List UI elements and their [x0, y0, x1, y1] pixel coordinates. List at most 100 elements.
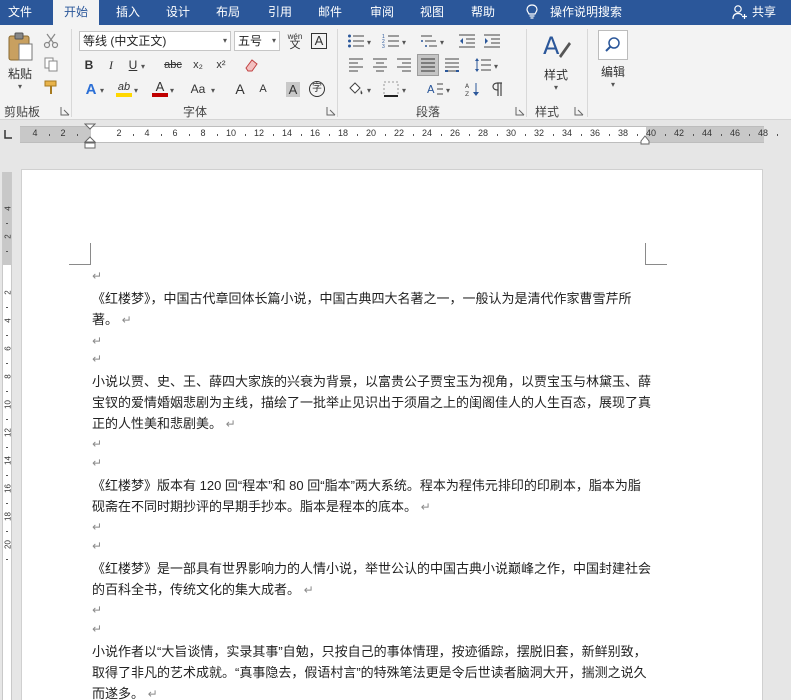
paragraph-mark: ↵ — [420, 500, 431, 514]
tab-help[interactable]: 帮助 — [463, 0, 503, 25]
ruler-number: 20 — [3, 540, 13, 549]
dialog-launcher-icon[interactable] — [326, 106, 336, 116]
cut-button[interactable] — [40, 30, 62, 52]
ruler-number: 16 — [3, 484, 13, 493]
tab-stop-selector-icon[interactable] — [2, 128, 14, 140]
ruler-number: 6 — [172, 128, 178, 138]
eraser-icon — [245, 59, 258, 72]
indent-markers-icon[interactable] — [84, 123, 96, 149]
italic-button[interactable]: I — [100, 54, 122, 76]
tab-layout[interactable]: 布局 — [208, 0, 248, 25]
show-hide-marks-button[interactable] — [486, 78, 508, 100]
chevron-down-icon: ▾ — [134, 86, 139, 95]
font-size-combo[interactable]: 五号 ▾ — [234, 31, 280, 51]
borders-button[interactable] — [380, 78, 402, 100]
numbering-button[interactable]: 123 — [380, 30, 402, 52]
paragraph-text: 《红楼梦》版本有 120 回“程本”和 80 回“脂本”两大系统。程本为程伟元排… — [92, 478, 641, 514]
font-color-text: A — [155, 79, 165, 94]
empty-paragraph: ↵ — [92, 603, 103, 617]
lightbulb-icon — [526, 4, 538, 19]
chinese-layout-button[interactable]: A — [424, 78, 446, 100]
paragraph[interactable]: 《红楼梦》版本有 120 回“程本”和 80 回“脂本”两大系统。程本为程伟元排… — [92, 475, 652, 518]
line-spacing-icon — [475, 58, 491, 72]
svg-text:A: A — [465, 83, 470, 90]
dialog-launcher-icon[interactable] — [515, 106, 525, 116]
chevron-down-icon: ▾ — [141, 62, 146, 71]
paragraph-mark: ↵ — [225, 417, 236, 431]
bullets-button[interactable] — [345, 30, 367, 52]
ruler-number: 28 — [477, 128, 488, 138]
font-size-value: 五号 — [238, 34, 263, 48]
font-name-combo[interactable]: 等线 (中文正文) ▾ — [79, 31, 231, 51]
editing-icon-frame — [598, 30, 628, 60]
pilcrow-icon — [492, 82, 502, 96]
clear-formatting-button[interactable] — [240, 54, 262, 76]
ruler-number: 16 — [309, 128, 320, 138]
ruler-tick — [749, 134, 750, 136]
tab-references[interactable]: 引用 — [260, 0, 300, 25]
styles-gallery-button[interactable]: A 样式 ▾ — [534, 30, 578, 94]
multilevel-list-button[interactable] — [418, 30, 440, 52]
line-spacing-button[interactable] — [472, 54, 494, 76]
tab-insert[interactable]: 插入 — [108, 0, 148, 25]
highlight-color-button[interactable]: ab — [113, 78, 135, 100]
align-right-button[interactable] — [393, 54, 415, 76]
tab-design[interactable]: 设计 — [158, 0, 198, 25]
shading-button[interactable] — [345, 78, 367, 100]
font-color-button[interactable]: A — [149, 78, 171, 100]
copy-button[interactable] — [40, 53, 62, 75]
format-painter-button[interactable] — [40, 76, 62, 98]
editing-button[interactable]: 编辑 ▾ — [596, 30, 630, 94]
tab-home[interactable]: 开始 — [53, 0, 99, 25]
justify-icon — [421, 58, 435, 72]
tab-view[interactable]: 视图 — [412, 0, 452, 25]
superscript-button[interactable]: x² — [210, 54, 232, 76]
paragraph[interactable]: 《红楼梦》是一部具有世界影响力的人情小说，举世公认的中国古典小说巅峰之作，中国封… — [92, 558, 652, 601]
bold-button[interactable]: B — [78, 54, 100, 76]
justify-button[interactable] — [417, 54, 439, 76]
ruler-tick — [161, 134, 162, 136]
align-center-button[interactable] — [369, 54, 391, 76]
right-indent-marker-icon[interactable] — [640, 135, 650, 145]
shrink-font-button[interactable]: A — [252, 78, 274, 100]
phonetic-guide-button[interactable]: wén 文 — [284, 30, 306, 52]
chevron-down-icon: ▾ — [402, 38, 407, 47]
paragraph[interactable]: 《红楼梦》，中国古代章回体长篇小说，中国古典四大名著之一，一般认为是清代作家曹雪… — [92, 288, 652, 331]
dialog-launcher-icon[interactable] — [574, 106, 584, 116]
decrease-indent-button[interactable] — [456, 30, 478, 52]
enclose-characters-button[interactable]: 字 — [306, 78, 328, 100]
document-page[interactable]: ↵ 《红楼梦》，中国古代章回体长篇小说，中国古典四大名著之一，一般认为是清代作家… — [21, 169, 763, 700]
word-window: 文件 开始 插入 设计 布局 引用 邮件 审阅 视图 帮助 操作说明搜索 共享 — [0, 0, 791, 700]
tab-mailings[interactable]: 邮件 — [310, 0, 350, 25]
strikethrough-button[interactable]: abc — [162, 54, 184, 76]
increase-indent-button[interactable] — [481, 30, 503, 52]
ruler-tick — [6, 475, 8, 476]
group-divider — [71, 29, 72, 117]
ruler-tick — [329, 134, 330, 136]
ruler-tick — [273, 134, 274, 136]
text-effects-button[interactable]: A — [80, 78, 102, 100]
paragraph[interactable]: 小说以贾、史、王、薛四大家族的兴衰为背景，以富贵公子贾宝玉为视角，以贾宝玉与林黛… — [92, 371, 652, 435]
distributed-button[interactable] — [441, 54, 463, 76]
subscript-button[interactable]: x₂ — [187, 54, 209, 76]
paste-label: 粘贴 — [7, 67, 32, 81]
chevron-down-icon: ▾ — [553, 83, 558, 92]
sort-button[interactable]: AZ — [462, 78, 484, 100]
phonetic-char-text: 文 — [289, 39, 301, 51]
paste-button[interactable]: 粘贴 ▾ — [4, 31, 36, 93]
vertical-ruler[interactable]: 4 2 2 4 6 8 10 12 14 16 18 20 — [2, 172, 13, 700]
horizontal-ruler[interactable]: 4 2 2 4 6 8 10 12 14 16 18 20 22 24 26 28 30 32 34 36 38 40 42… — [20, 126, 778, 143]
align-left-button[interactable] — [345, 54, 367, 76]
dialog-launcher-icon[interactable] — [60, 106, 70, 116]
change-case-button[interactable]: Aa — [185, 78, 211, 100]
paragraph[interactable]: 小说作者以“大旨谈情，实录其事”自勉，只按自己的事体情理，按迹循踪，摆脱旧套，新… — [92, 641, 652, 700]
ruler-number: 26 — [449, 128, 460, 138]
character-shading-button[interactable]: A — [282, 78, 304, 100]
chevron-down-icon: ▾ — [367, 38, 372, 47]
character-border-button[interactable]: A — [308, 30, 330, 52]
tab-file[interactable]: 文件 — [0, 0, 40, 25]
chevron-down-icon: ▾ — [211, 86, 216, 95]
font-name-value: 等线 (中文正文) — [83, 34, 167, 48]
tab-review[interactable]: 审阅 — [362, 0, 402, 25]
grow-font-button[interactable]: A — [229, 78, 251, 100]
